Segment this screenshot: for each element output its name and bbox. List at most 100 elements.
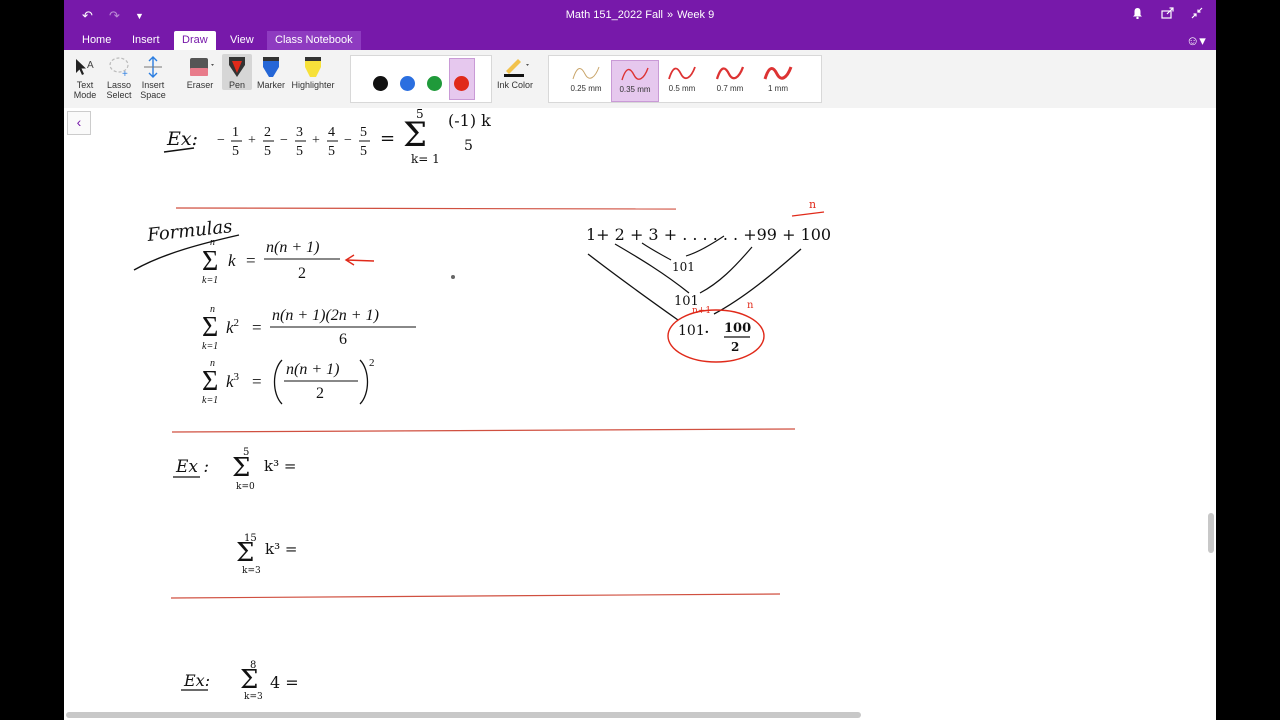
- ex2-sum-bottom: k=0: [236, 482, 255, 492]
- thickness-palette: 0.25 mm 0.35 mm 0.5 mm 0.7 mm 1 mm: [548, 55, 822, 103]
- text-mode-button[interactable]: A Text Mode: [72, 54, 98, 100]
- gauss-arc-inner-left: [641, 242, 672, 261]
- insert-space-button[interactable]: Insert Space: [138, 54, 168, 100]
- svg-text:−: −: [280, 133, 288, 148]
- ex1-sigma: Σ: [403, 115, 427, 155]
- color-green-swatch[interactable]: [427, 76, 442, 91]
- insert-space-label-1: Insert: [141, 80, 165, 90]
- color-blue-swatch[interactable]: [400, 76, 415, 91]
- f3-left-paren: [273, 359, 283, 405]
- thickness-0-7-button[interactable]: 0.7 mm: [707, 60, 753, 100]
- svg-text:5: 5: [360, 125, 367, 140]
- gauss-arc-mid-right: [699, 246, 753, 294]
- divider-line-3: [170, 593, 781, 599]
- thickness-0-5-button[interactable]: 0.5 mm: [659, 60, 705, 100]
- gauss-arc-outer-right: [713, 248, 802, 315]
- insert-space-icon: [138, 54, 168, 80]
- text-mode-label-1: Text: [76, 80, 94, 90]
- ink-color-palette: [350, 55, 492, 103]
- thickness-0-7-label: 0.7 mm: [716, 84, 744, 93]
- section-name: Week 9: [677, 9, 715, 21]
- tab-class-notebook[interactable]: Class Notebook: [267, 31, 361, 50]
- insert-space-label-2: Space: [140, 90, 166, 100]
- result-den: 2: [731, 340, 739, 354]
- stroke-thin-icon: [572, 66, 600, 80]
- lasso-select-button[interactable]: + Lasso Select: [104, 54, 134, 100]
- f2-den: 6: [339, 331, 347, 348]
- ex1-label: Ex:: [166, 128, 198, 150]
- eraser-label: Eraser: [186, 80, 214, 90]
- horizontal-scrollbar[interactable]: [66, 712, 861, 718]
- ex3-term: k³ =: [265, 540, 297, 558]
- tab-view[interactable]: View: [222, 31, 262, 50]
- f2-equals: =: [252, 318, 262, 337]
- text-cursor-icon: A: [72, 54, 98, 80]
- thickness-0-35-button[interactable]: 0.35 mm: [611, 60, 659, 102]
- highlighter-label: Highlighter: [291, 80, 335, 90]
- result-num: 100: [724, 321, 751, 336]
- thickness-0-25-button[interactable]: 0.25 mm: [563, 60, 609, 100]
- stray-dot: [451, 275, 455, 279]
- highlighter-button[interactable]: Highlighter: [290, 54, 336, 90]
- thickness-0-25-label: 0.25 mm: [570, 84, 602, 93]
- svg-text:A: A: [87, 60, 94, 71]
- tab-home[interactable]: Home: [74, 31, 119, 50]
- svg-text:5: 5: [296, 144, 303, 159]
- svg-text:+: +: [248, 133, 256, 148]
- f3-exponent: 2: [369, 357, 375, 369]
- share-icon[interactable]: [1161, 7, 1175, 22]
- gauss-n-label: n: [809, 198, 816, 211]
- ink-color-button[interactable]: Ink Color: [496, 54, 534, 90]
- result-101: 101: [678, 323, 705, 339]
- eraser-icon: [182, 54, 218, 80]
- f3-k: k3: [226, 371, 240, 391]
- f2-sum-bottom: k=1: [202, 341, 218, 352]
- svg-text:−: −: [344, 133, 352, 148]
- ex2-term: k³ =: [264, 457, 296, 475]
- page-ink-canvas: Ex: − 15 + 25 − 35 + 45 − 55 = 5 Σ k= 1 …: [133, 108, 831, 702]
- smiley-feedback-icon[interactable]: ☺▾: [1178, 31, 1214, 50]
- thickness-1-button[interactable]: 1 mm: [755, 60, 801, 100]
- gauss-arc-outer-left: [587, 253, 679, 321]
- eraser-button[interactable]: Eraser: [182, 54, 218, 90]
- highlighter-icon: [290, 54, 336, 80]
- marker-button[interactable]: Marker: [256, 54, 286, 90]
- collapse-window-icon[interactable]: [1191, 7, 1203, 22]
- f1-k: k: [228, 251, 236, 270]
- thickness-0-5-label: 0.5 mm: [668, 84, 696, 93]
- note-page[interactable]: ‹ Ex: − 15 + 25 − 35 + 45 − 55 = 5 Σ k= …: [64, 108, 1216, 720]
- ex3-sum-bottom: k=3: [242, 566, 261, 576]
- svg-text:5: 5: [328, 144, 335, 159]
- ink-color-label: Ink Color: [496, 80, 533, 90]
- tab-insert[interactable]: Insert: [124, 31, 168, 50]
- color-red-swatch[interactable]: [454, 76, 469, 91]
- ex2-label: Ex :: [175, 457, 209, 477]
- svg-text:−: −: [217, 133, 225, 148]
- ex1-term-den: 5: [464, 138, 473, 154]
- vertical-scrollbar[interactable]: [1208, 513, 1214, 553]
- svg-text:5: 5: [360, 144, 367, 159]
- result-dot: ·: [704, 322, 710, 343]
- pen-button[interactable]: Pen: [222, 54, 252, 90]
- f3-sigma: Σ: [202, 366, 218, 397]
- bell-icon[interactable]: [1132, 7, 1143, 22]
- tab-draw[interactable]: Draw: [174, 31, 216, 50]
- f1-sigma: Σ: [202, 246, 218, 277]
- divider-line-1: [175, 207, 677, 210]
- svg-text:2: 2: [264, 125, 271, 140]
- color-black-swatch[interactable]: [373, 76, 388, 91]
- stroke-1-icon: [763, 66, 793, 80]
- ex1-lhs: − 1 5 + 2 5 − 3 5 + 4 5 − 5 5: [217, 125, 370, 159]
- marker-icon: [256, 54, 286, 80]
- gauss-n-small: n: [747, 300, 754, 311]
- formulas-label: Formulas: [145, 216, 233, 246]
- ex4-term: 4 =: [270, 673, 299, 692]
- thickness-0-35-label: 0.35 mm: [619, 85, 651, 94]
- draw-toolbar: A Text Mode + Lasso Select Insert Space …: [64, 50, 1216, 109]
- stroke-05-icon: [668, 66, 696, 80]
- f1-sum-bottom: k=1: [202, 275, 218, 286]
- svg-text:5: 5: [264, 144, 271, 159]
- lasso-label-1: Lasso: [106, 80, 132, 90]
- marker-label: Marker: [256, 80, 285, 90]
- svg-text:5: 5: [232, 144, 239, 159]
